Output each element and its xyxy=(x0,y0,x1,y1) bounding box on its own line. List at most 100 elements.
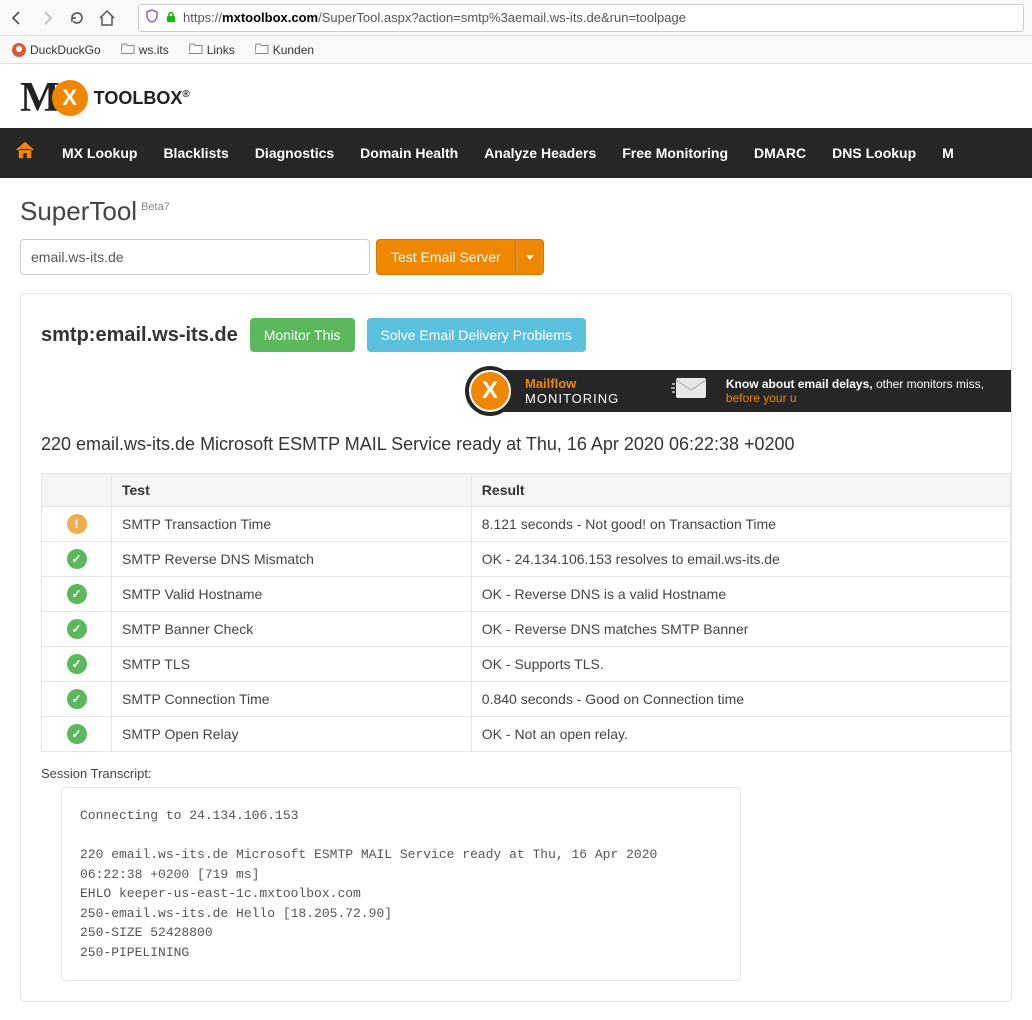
result-cell: OK - Supports TLS. xyxy=(471,647,1010,682)
test-cell: SMTP TLS xyxy=(112,647,472,682)
test-cell: SMTP Transaction Time xyxy=(112,507,472,542)
check-icon: ✓ xyxy=(67,724,87,744)
test-cell: SMTP Reverse DNS Mismatch xyxy=(112,542,472,577)
check-icon: ✓ xyxy=(67,689,87,709)
reload-button[interactable] xyxy=(68,9,86,27)
status-header xyxy=(42,474,112,507)
folder-icon xyxy=(121,42,135,57)
bookmark-label: Kunden xyxy=(273,43,314,57)
result-cell: OK - Reverse DNS is a valid Hostname xyxy=(471,577,1010,612)
caret-down-icon xyxy=(526,255,534,260)
nav-domain-health[interactable]: Domain Health xyxy=(360,145,458,161)
test-cell: SMTP Banner Check xyxy=(112,612,472,647)
nav-mx-lookup[interactable]: MX Lookup xyxy=(62,145,137,161)
status-cell: ✓ xyxy=(42,542,112,577)
envelope-icon xyxy=(670,374,710,409)
bookmark-label: Links xyxy=(207,43,235,57)
url-bar[interactable]: https://mxtoolbox.com/SuperTool.aspx?act… xyxy=(138,4,1024,32)
test-header: Test xyxy=(112,474,472,507)
bookmarks-bar: DuckDuckGo ws.its Links Kunden xyxy=(0,36,1032,64)
promo-banner[interactable]: X Mailflow MONITORING Know about email d… xyxy=(481,370,1011,412)
url-text: https://mxtoolbox.com/SuperTool.aspx?act… xyxy=(183,10,1017,25)
result-header-cell: Result xyxy=(471,474,1010,507)
folder-icon xyxy=(189,42,203,57)
promo-x-icon: X xyxy=(469,370,511,412)
nav-dmarc[interactable]: DMARC xyxy=(754,145,806,161)
status-cell: ✓ xyxy=(42,717,112,752)
table-header-row: Test Result xyxy=(42,474,1011,507)
main-nav: MX Lookup Blacklists Diagnostics Domain … xyxy=(0,128,1032,178)
status-cell: ✓ xyxy=(42,682,112,717)
table-row: ✓ SMTP Banner CheckOK - Reverse DNS match… xyxy=(42,612,1011,647)
bookmark-label: ws.its xyxy=(139,43,169,57)
promo-monitoring: MONITORING xyxy=(525,391,619,406)
page-title: SuperToolBeta7 xyxy=(20,196,1012,227)
forward-button[interactable] xyxy=(38,9,56,27)
nav-diagnostics[interactable]: Diagnostics xyxy=(255,145,334,161)
nav-free-monitoring[interactable]: Free Monitoring xyxy=(622,145,728,161)
test-email-server-button[interactable]: Test Email Server xyxy=(376,239,516,275)
check-icon: ✓ xyxy=(67,619,87,639)
nav-dns-lookup[interactable]: DNS Lookup xyxy=(832,145,916,161)
result-header: smtp:email.ws-its.de Monitor This Solve … xyxy=(21,318,1011,370)
test-cell: SMTP Connection Time xyxy=(112,682,472,717)
result-cell: OK - 24.134.106.153 resolves to email.ws… xyxy=(471,542,1010,577)
table-row: ! SMTP Transaction Time8.121 seconds - No… xyxy=(42,507,1011,542)
test-cell: SMTP Valid Hostname xyxy=(112,577,472,612)
table-row: ✓ SMTP Open RelayOK - Not an open relay. xyxy=(42,717,1011,752)
table-row: ✓ SMTP Reverse DNS MismatchOK - 24.134.10… xyxy=(42,542,1011,577)
domain-input[interactable] xyxy=(20,239,370,275)
action-button-group: Test Email Server xyxy=(376,239,544,275)
status-cell: ! xyxy=(42,507,112,542)
tool-row: Test Email Server xyxy=(20,239,1012,275)
mxtoolbox-logo[interactable]: M X TOOLBOX® xyxy=(20,74,1012,122)
duckduckgo-icon xyxy=(12,43,26,57)
table-row: ✓ SMTP TLSOK - Supports TLS. xyxy=(42,647,1011,682)
bookmark-links[interactable]: Links xyxy=(185,40,239,59)
results-table: Test Result ! SMTP Transaction Time8.121 … xyxy=(41,473,1011,752)
check-icon: ✓ xyxy=(67,654,87,674)
solve-problems-button[interactable]: Solve Email Delivery Problems xyxy=(367,318,586,352)
check-icon: ✓ xyxy=(67,584,87,604)
home-button[interactable] xyxy=(98,9,116,27)
warning-icon: ! xyxy=(67,514,87,534)
logo-area: M X TOOLBOX® xyxy=(0,64,1032,128)
logo-m: M xyxy=(20,74,56,122)
bookmark-label: DuckDuckGo xyxy=(30,43,101,57)
promo-text: Know about email delays, other monitors … xyxy=(726,377,1011,405)
bookmark-wsits[interactable]: ws.its xyxy=(117,40,173,59)
lock-icon xyxy=(165,10,177,26)
status-cell: ✓ xyxy=(42,577,112,612)
table-row: ✓ SMTP Connection Time0.840 seconds - Goo… xyxy=(42,682,1011,717)
results-panel: smtp:email.ws-its.de Monitor This Solve … xyxy=(20,293,1012,1002)
shield-icon xyxy=(145,9,159,26)
result-cell: 8.121 seconds - Not good! on Transaction… xyxy=(471,507,1010,542)
transcript-label: Session Transcript: xyxy=(21,752,1011,787)
result-title: smtp:email.ws-its.de xyxy=(41,324,238,347)
monitor-this-button[interactable]: Monitor This xyxy=(250,318,355,352)
table-row: ✓ SMTP Valid HostnameOK - Reverse DNS is … xyxy=(42,577,1011,612)
nav-analyze-headers[interactable]: Analyze Headers xyxy=(484,145,596,161)
status-cell: ✓ xyxy=(42,612,112,647)
back-button[interactable] xyxy=(8,9,26,27)
browser-toolbar: https://mxtoolbox.com/SuperTool.aspx?act… xyxy=(0,0,1032,36)
beta-badge: Beta7 xyxy=(141,201,170,213)
check-icon: ✓ xyxy=(67,549,87,569)
smtp-banner: 220 email.ws-its.de Microsoft ESMTP MAIL… xyxy=(21,434,1011,473)
bookmark-duckduckgo[interactable]: DuckDuckGo xyxy=(8,41,105,59)
nav-more[interactable]: M xyxy=(942,145,954,161)
result-cell: 0.840 seconds - Good on Connection time xyxy=(471,682,1010,717)
result-cell: OK - Not an open relay. xyxy=(471,717,1010,752)
action-dropdown-toggle[interactable] xyxy=(516,239,544,275)
status-cell: ✓ xyxy=(42,647,112,682)
transcript-box: Connecting to 24.134.106.153 220 email.w… xyxy=(61,787,741,981)
nav-blacklists[interactable]: Blacklists xyxy=(163,145,228,161)
bookmark-kunden[interactable]: Kunden xyxy=(251,40,318,59)
folder-icon xyxy=(255,42,269,57)
result-cell: OK - Reverse DNS matches SMTP Banner xyxy=(471,612,1010,647)
logo-x-circle: X xyxy=(52,80,88,116)
nav-home-icon[interactable] xyxy=(14,139,36,167)
logo-text: TOOLBOX® xyxy=(94,88,190,109)
content: SuperToolBeta7 Test Email Server smtp:em… xyxy=(0,178,1032,1020)
test-cell: SMTP Open Relay xyxy=(112,717,472,752)
